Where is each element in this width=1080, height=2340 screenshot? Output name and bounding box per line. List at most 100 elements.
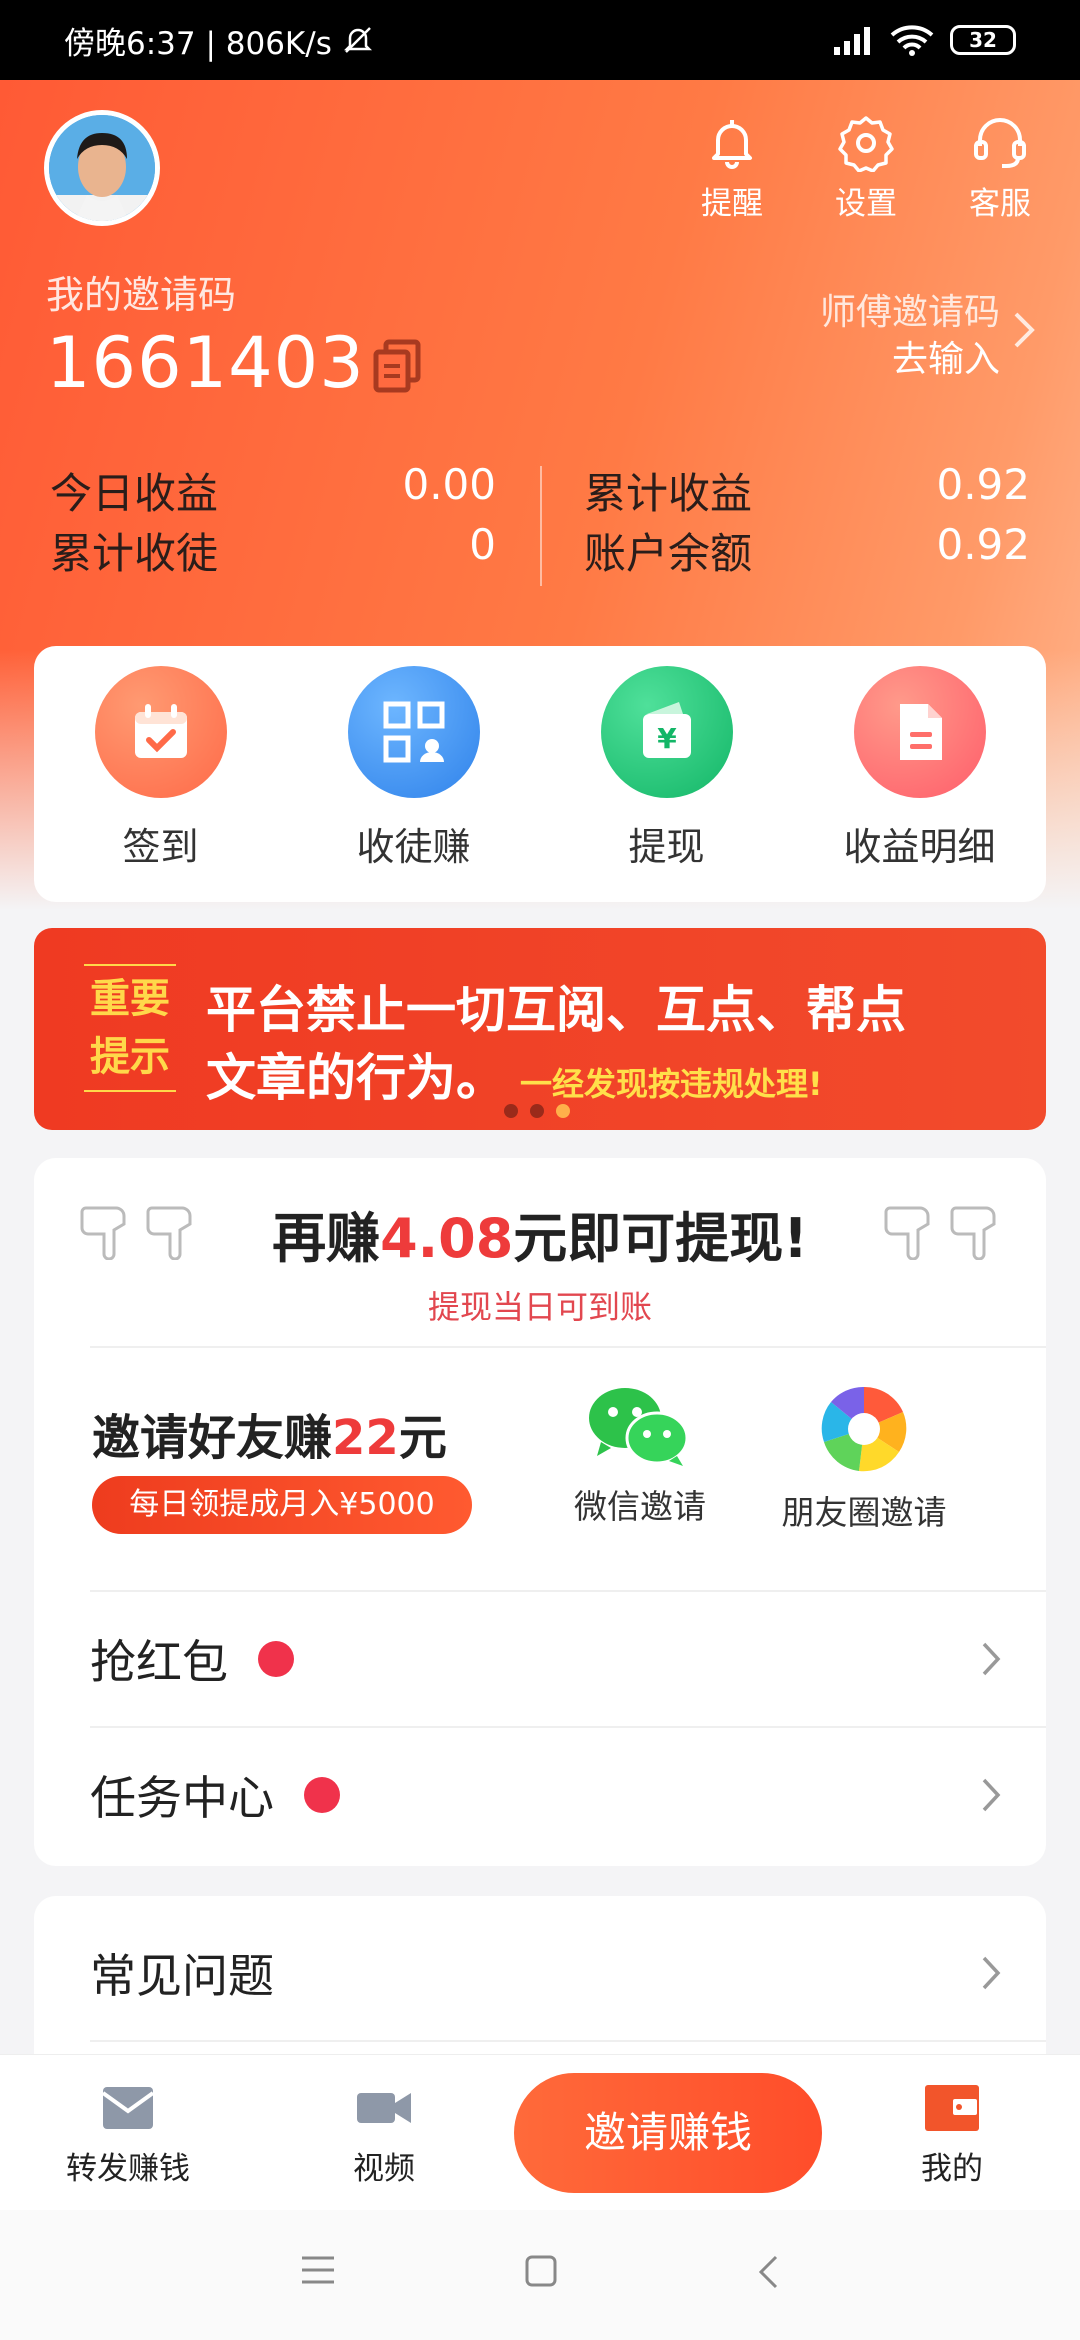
chevron-right-icon[interactable] — [1012, 310, 1036, 350]
pointing-hand-icon — [884, 1206, 930, 1260]
withdraw-subtitle: 提现当日可到账 — [427, 1288, 652, 1326]
headset-icon — [974, 118, 1026, 168]
notification-dot — [304, 1777, 340, 1813]
reminder-button[interactable]: 提醒 — [682, 112, 782, 223]
banner-tag: 重要提示 — [84, 964, 176, 1092]
menu-faq[interactable]: 常见问题 — [34, 1906, 1046, 2040]
envelope-icon — [101, 2087, 155, 2129]
stat-today-value: 0.00 — [402, 460, 496, 509]
checkin-button[interactable]: 签到 — [41, 666, 281, 902]
earnings-stats: 今日收益 0.00 累计收徒 0 累计收益 0.92 账户余额 0.92 — [50, 460, 1030, 600]
recruit-label: 收徒赚 — [356, 825, 471, 869]
header-actions: 提醒 设置 客服 — [682, 112, 1050, 223]
notice-banner[interactable]: 重要提示 平台禁止一切互阅、互点、帮点 文章的行为。 一经发现按违规处理! — [34, 928, 1046, 1130]
banner-line-1: 平台禁止一切互阅、互点、帮点 — [206, 981, 906, 1039]
invite-title-suffix: 元 — [398, 1410, 447, 1466]
recruit-button[interactable]: 收徒赚 — [294, 666, 534, 902]
signal-icon — [834, 27, 870, 55]
customer-service-button[interactable]: 客服 — [950, 112, 1050, 223]
back-icon[interactable] — [756, 2254, 780, 2290]
wechat-invite-button[interactable]: 微信邀请 — [540, 1384, 740, 1528]
menu-faq-label: 常见问题 — [90, 1949, 274, 2003]
recruit-circle — [347, 666, 480, 798]
invite-earn-button[interactable]: 邀请赚钱 — [514, 2073, 822, 2193]
document-icon — [899, 704, 942, 760]
withdraw-progress-amount: 4.08 — [380, 1207, 514, 1270]
menu-task-center-label: 任务中心 — [90, 1771, 274, 1825]
earnings-detail-label: 收益明细 — [843, 825, 996, 869]
stats-divider — [540, 466, 542, 586]
stat-disciples-label: 累计收徒 — [50, 529, 219, 578]
wechat-icon — [589, 1388, 689, 1466]
earn-card: 再赚4.08元即可提现! 提现当日可到账 邀请好友赚22元 每日领提成月入¥50… — [34, 1158, 1046, 1866]
stat-today: 今日收益 0.00 — [50, 460, 496, 521]
checkin-label: 签到 — [122, 825, 199, 869]
reminder-label: 提醒 — [701, 186, 763, 222]
wallet-yuan-icon: ¥ — [642, 702, 691, 758]
stat-today-label: 今日收益 — [50, 469, 219, 518]
mute-bell-icon — [343, 27, 372, 53]
banner-dot[interactable] — [504, 1104, 518, 1118]
nav-forward-earn-label: 转发赚钱 — [66, 2151, 190, 2187]
withdraw-progress-prefix: 再赚 — [272, 1207, 381, 1270]
settings-button[interactable]: 设置 — [816, 112, 916, 223]
faq-card: 常见问题 — [34, 1896, 1046, 2066]
settings-label: 设置 — [835, 186, 897, 222]
master-invite-label[interactable]: 师傅邀请码 — [820, 283, 1000, 335]
avatar-image — [49, 115, 155, 221]
stat-balance-label: 账户余额 — [584, 529, 753, 578]
menu-task-center[interactable]: 任务中心 — [34, 1728, 1046, 1862]
wechat-invite-label: 微信邀请 — [574, 1487, 706, 1526]
qr-user-icon — [383, 701, 444, 763]
nav-video-label: 视频 — [353, 2151, 415, 2187]
status-bar: 傍晚6:37 | 806K/s 32 — [0, 0, 1080, 80]
stat-disciples: 累计收徒 0 — [50, 520, 496, 581]
nav-mine[interactable]: 我的 — [862, 2079, 1042, 2188]
invite-code-label: 我的邀请码 — [46, 273, 237, 317]
divider — [90, 1346, 1046, 1348]
quick-actions-card: 签到 收徒赚 ¥ 提现 收益明细 — [34, 646, 1046, 902]
moments-invite-button[interactable]: 朋友圈邀请 — [764, 1384, 964, 1534]
invite-title-prefix: 邀请好友赚 — [92, 1410, 333, 1466]
svg-text:¥: ¥ — [657, 722, 677, 755]
banner-line-2-highlight: 一经发现按违规处理! — [520, 1065, 823, 1103]
checkin-circle — [94, 666, 227, 798]
menu-red-packet[interactable]: 抢红包 — [34, 1592, 1046, 1726]
avatar[interactable] — [44, 110, 160, 226]
home-icon[interactable] — [524, 2254, 558, 2288]
chevron-right-icon — [982, 1956, 1001, 1990]
pointing-hand-icon — [950, 1206, 996, 1260]
invite-title-amount: 22 — [332, 1410, 399, 1466]
stat-total-label: 累计收益 — [584, 469, 753, 518]
nav-mine-label: 我的 — [921, 2151, 983, 2187]
nav-forward-earn[interactable]: 转发赚钱 — [38, 2079, 218, 2188]
video-camera-icon — [357, 2093, 411, 2123]
stat-balance: 账户余额 0.92 — [584, 520, 1030, 581]
withdraw-progress-suffix: 元即可提现! — [513, 1207, 808, 1270]
invite-friends-title: 邀请好友赚22元 — [92, 1398, 447, 1468]
withdraw-circle: ¥ — [600, 666, 733, 798]
banner-dot[interactable] — [530, 1104, 544, 1118]
stat-disciples-value: 0 — [469, 520, 496, 569]
withdraw-label: 提现 — [628, 825, 705, 869]
menu-icon[interactable] — [300, 2254, 336, 2286]
calendar-check-icon — [134, 704, 187, 758]
invite-code-value: 1661403 — [46, 322, 365, 404]
battery-indicator: 32 — [950, 25, 1016, 55]
bell-icon — [712, 120, 752, 169]
master-invite-input-link[interactable]: 去输入 — [892, 330, 1000, 382]
wifi-icon — [890, 25, 934, 56]
stat-balance-value: 0.92 — [936, 520, 1030, 569]
copy-icon[interactable] — [372, 338, 424, 394]
nav-video[interactable]: 视频 — [294, 2079, 474, 2188]
withdraw-button[interactable]: ¥ 提现 — [547, 666, 787, 902]
wallet-icon — [925, 2085, 979, 2131]
chevron-right-icon — [982, 1642, 1001, 1676]
system-navigation-bar — [0, 2210, 1080, 2340]
moments-icon — [821, 1386, 907, 1472]
moments-invite-label: 朋友圈邀请 — [781, 1493, 947, 1532]
bottom-navigation: 转发赚钱 视频 邀请赚钱 我的 — [0, 2054, 1080, 2210]
customer-service-label: 客服 — [969, 186, 1031, 222]
banner-dot-active[interactable] — [556, 1104, 570, 1118]
earnings-detail-button[interactable]: 收益明细 — [800, 666, 1040, 902]
